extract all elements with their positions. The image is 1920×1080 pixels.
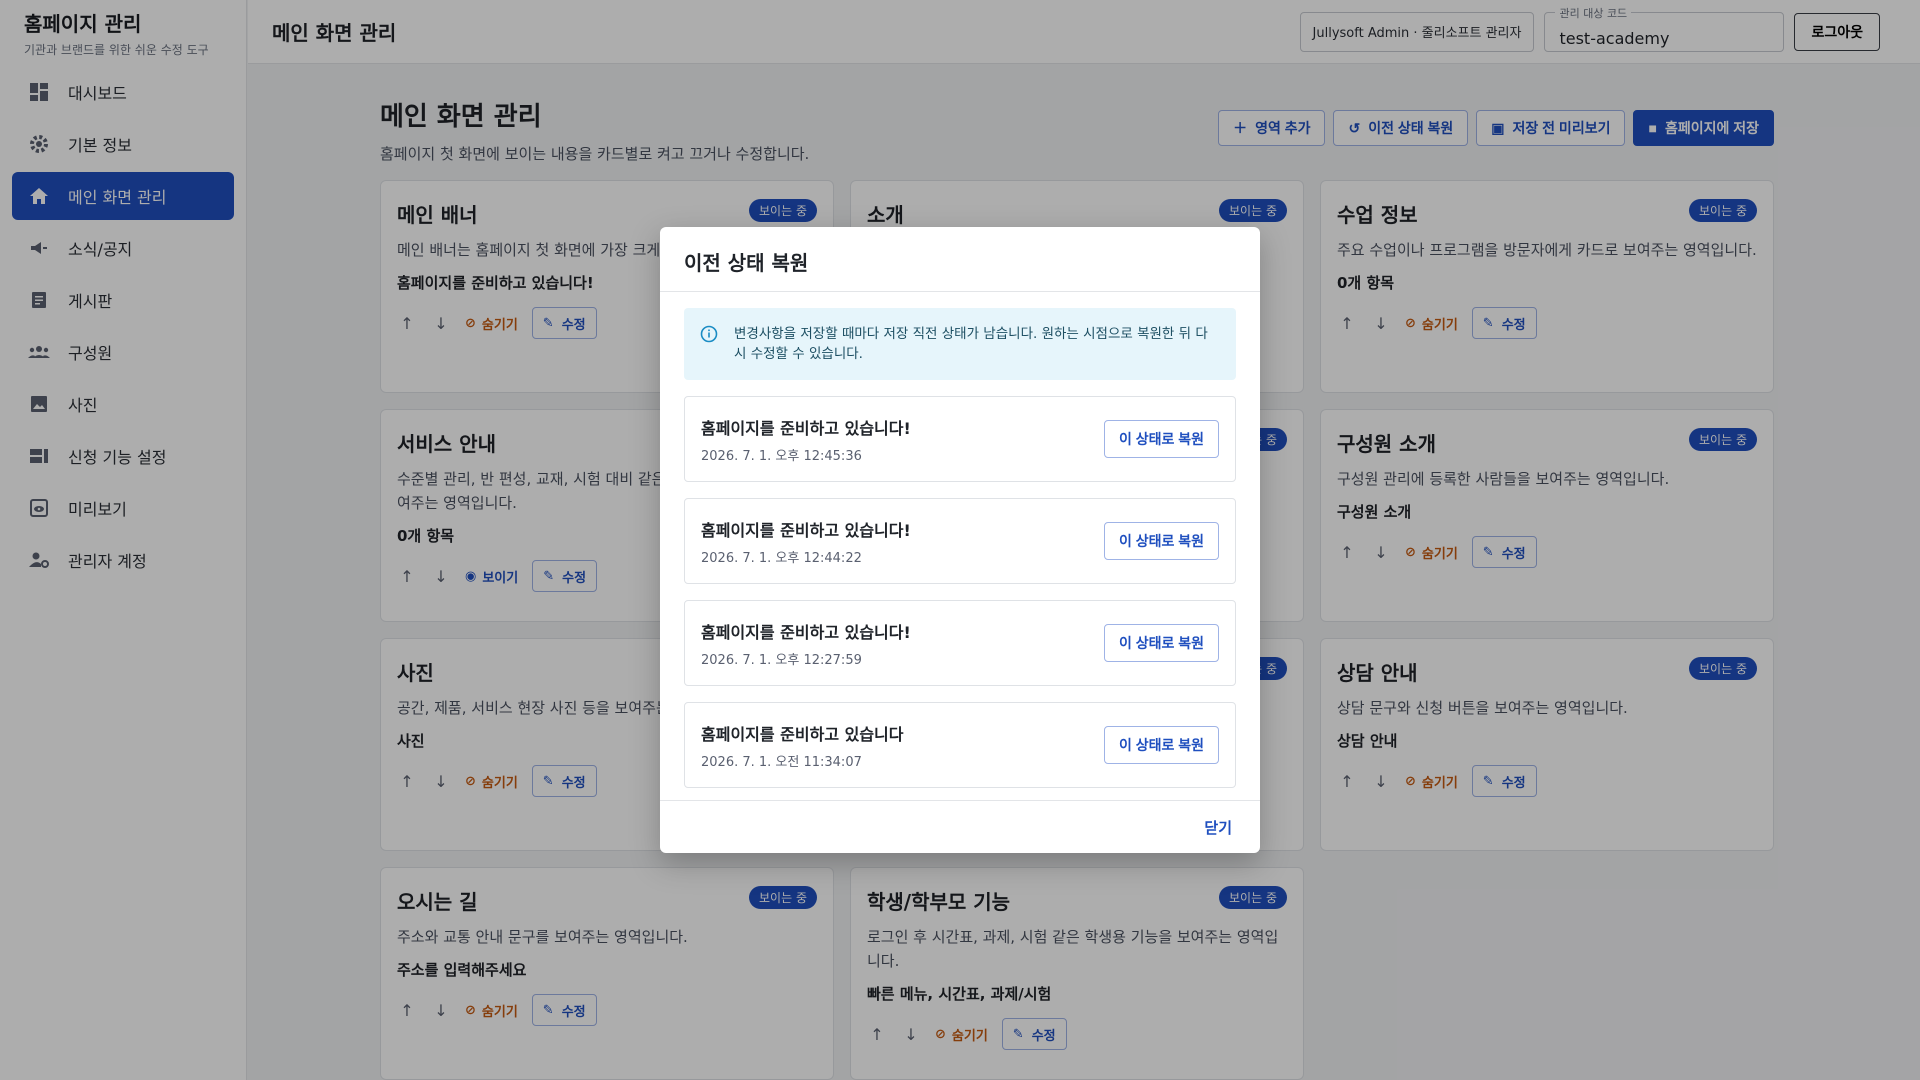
restore-this-state-button[interactable]: 이 상태로 복원 [1103, 624, 1219, 662]
info-alert: 변경사항을 저장할 때마다 저장 직전 상태가 남습니다. 원하는 시점으로 복… [684, 308, 1236, 380]
snapshot-title: 홈페이지를 준비하고 있습니다 [701, 724, 904, 744]
restore-this-state-button[interactable]: 이 상태로 복원 [1103, 726, 1219, 764]
snapshot-title: 홈페이지를 준비하고 있습니다! [701, 418, 911, 438]
snapshot-time: 2026. 7. 1. 오전 11:34:07 [701, 754, 862, 770]
dialog-title: 이전 상태 복원 [660, 227, 1260, 292]
snapshot-title: 홈페이지를 준비하고 있습니다! [701, 520, 911, 540]
close-button[interactable]: 닫기 [1204, 817, 1232, 838]
info-text: 변경사항을 저장할 때마다 저장 직전 상태가 남습니다. 원하는 시점으로 복… [734, 326, 1208, 362]
snapshot-item: 홈페이지를 준비하고 있습니다! 2026. 7. 1. 오후 12:45:36… [684, 396, 1236, 482]
dialog-body: 변경사항을 저장할 때마다 저장 직전 상태가 남습니다. 원하는 시점으로 복… [660, 292, 1260, 804]
info-icon [700, 325, 720, 364]
snapshot-item: 홈페이지를 준비하고 있습니다 2026. 7. 1. 오전 11:34:07 … [684, 702, 1236, 788]
restore-this-state-button[interactable]: 이 상태로 복원 [1103, 522, 1219, 560]
snapshot-time: 2026. 7. 1. 오후 12:44:22 [701, 550, 862, 566]
dialog-footer: 닫기 [660, 800, 1260, 853]
snapshot-time: 2026. 7. 1. 오후 12:45:36 [701, 448, 862, 464]
snapshot-time: 2026. 7. 1. 오후 12:27:59 [701, 652, 862, 668]
restore-this-state-button[interactable]: 이 상태로 복원 [1103, 420, 1219, 458]
snapshot-item: 홈페이지를 준비하고 있습니다! 2026. 7. 1. 오후 12:27:59… [684, 600, 1236, 686]
snapshot-item: 홈페이지를 준비하고 있습니다! 2026. 7. 1. 오후 12:44:22… [684, 498, 1236, 584]
snapshot-title: 홈페이지를 준비하고 있습니다! [701, 622, 911, 642]
restore-dialog: 이전 상태 복원 변경사항을 저장할 때마다 저장 직전 상태가 남습니다. 원… [660, 227, 1260, 853]
